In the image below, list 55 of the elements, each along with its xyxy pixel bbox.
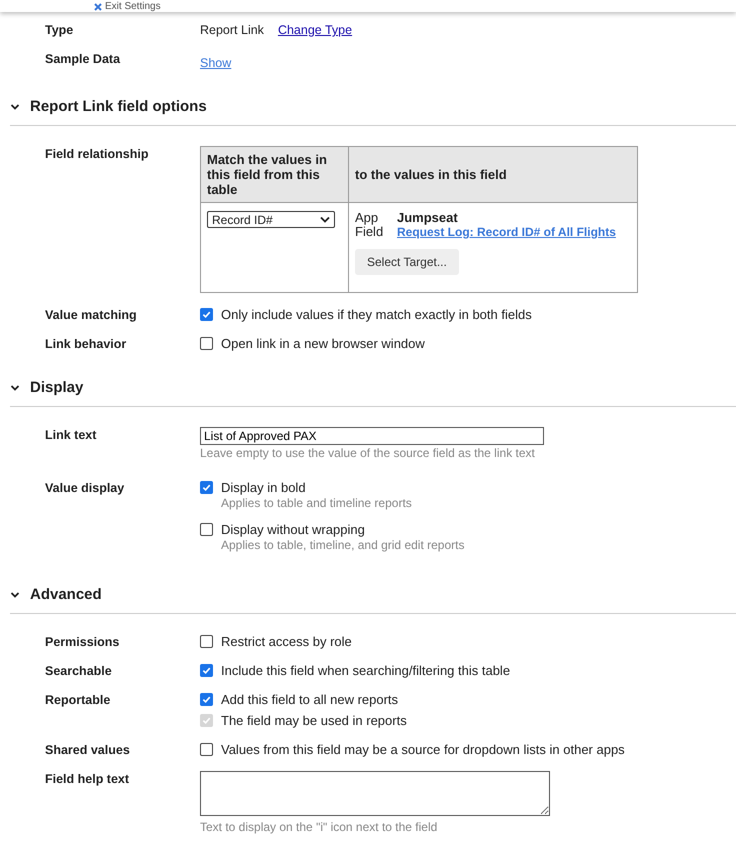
row-label: Searchable	[45, 663, 113, 678]
row-label: Reportable	[45, 692, 112, 709]
chevron-down-icon	[320, 216, 330, 223]
option-label: Only include values if they match exactly in both fields	[221, 307, 532, 322]
type-value: Report Link	[200, 23, 264, 37]
app-label: App	[355, 211, 380, 225]
source-field-select[interactable]: Record ID#	[207, 211, 335, 228]
row-label: Value display	[45, 480, 126, 497]
row-label: Permissions	[45, 634, 120, 649]
table-header: to the values in this field	[348, 146, 638, 202]
checkbox[interactable]	[200, 664, 213, 677]
table-header: Match the values in this field from this table	[200, 146, 348, 202]
checkbox[interactable]	[200, 481, 213, 494]
option-label: Restrict access by role	[221, 634, 352, 649]
show-link[interactable]: Show	[200, 56, 232, 70]
option-label: Values from this field may be a source for dropdown lists in other apps	[221, 742, 625, 757]
section-header[interactable]: Advanced	[10, 586, 736, 614]
option-hint: Applies to table and timeline reports	[221, 496, 413, 510]
checkbox[interactable]	[200, 337, 213, 350]
exit-settings-link[interactable]: Exit Settings	[94, 2, 161, 12]
row-label: Field help text	[45, 771, 130, 788]
help-text-area[interactable]	[200, 771, 550, 816]
chevron-icon	[10, 382, 20, 392]
close-icon	[94, 3, 102, 11]
section-header[interactable]: Report Link field options	[10, 98, 736, 126]
row-label: Type	[45, 22, 74, 37]
field-label: Field	[355, 225, 384, 239]
checkbox[interactable]	[200, 523, 213, 536]
link-text-input[interactable]: List of Approved PAX	[200, 427, 544, 445]
field-hint: Text to display on the "i" icon next to the field	[200, 820, 438, 834]
row-label: Link behavior	[45, 336, 128, 351]
row-label: Field relationship	[45, 146, 150, 163]
option-label: Include this field when searching/filtering this table	[221, 663, 510, 678]
app-name: Jumpseat	[397, 211, 459, 225]
option-label: Display in bold	[221, 480, 306, 495]
chevron-icon	[10, 590, 20, 600]
change-type-link[interactable]: Change Type	[278, 23, 352, 37]
option-label: The field may be used in reports	[221, 713, 407, 728]
row-label: Shared values	[45, 742, 131, 757]
option-label: Add this field to all new reports	[221, 692, 398, 707]
row-label: Sample Data	[45, 51, 122, 68]
section-header[interactable]: Display	[10, 379, 736, 407]
checkbox[interactable]	[200, 308, 213, 321]
row-label: Link text	[45, 427, 98, 444]
chevron-icon	[10, 102, 20, 112]
option-label: Display without wrapping	[221, 522, 365, 537]
option-label: Open link in a new browser window	[221, 336, 425, 351]
checkbox[interactable]	[200, 635, 213, 648]
option-hint: Applies to table, timeline, and grid edit reports	[221, 538, 466, 552]
checkbox[interactable]	[200, 743, 213, 756]
checkbox[interactable]	[200, 693, 213, 706]
field-hint: Leave empty to use the value of the source field as the link text	[200, 446, 536, 460]
row-label: Value matching	[45, 307, 138, 322]
select-target-button[interactable]: Select Target...	[355, 249, 459, 275]
target-field-link[interactable]: Request Log: Record ID# of All Flights	[397, 225, 631, 239]
